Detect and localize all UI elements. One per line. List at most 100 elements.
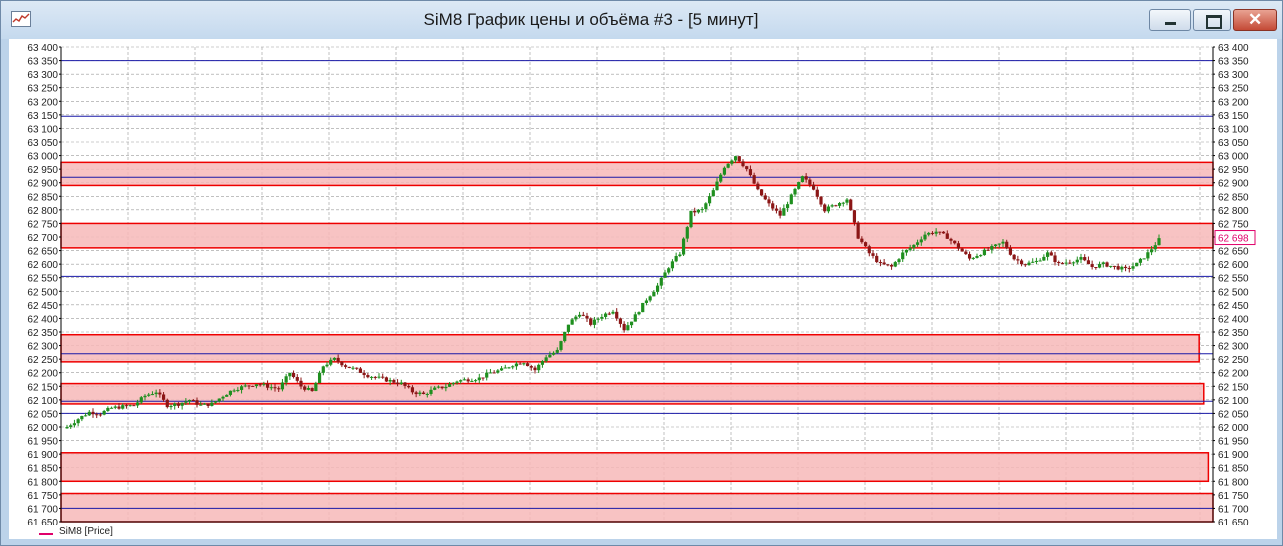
candle-body	[169, 405, 173, 408]
candle-body	[366, 375, 370, 378]
y-tick-label-right: 63 200	[1218, 97, 1249, 108]
y-tick-label-left: 63 400	[27, 43, 58, 54]
candle-body	[329, 359, 333, 365]
y-tick-label-left: 62 000	[27, 423, 58, 434]
candle-body	[674, 256, 678, 262]
candle-body	[1149, 249, 1154, 253]
candle-body	[106, 407, 110, 411]
y-tick-label-right: 62 000	[1218, 423, 1249, 434]
candle-body	[433, 387, 437, 390]
candle-body	[644, 300, 649, 303]
candle-body	[563, 331, 567, 342]
candle-body	[102, 410, 106, 415]
candle-body	[295, 377, 299, 381]
candle-body	[745, 166, 749, 170]
candle-body	[124, 405, 129, 407]
price-zone	[60, 452, 1210, 483]
y-tick-label-left: 63 200	[27, 97, 58, 108]
candle-body	[841, 202, 845, 204]
candle-body	[964, 251, 968, 255]
window-title: SiM8 График цены и объёма #3 - [5 минут]	[423, 10, 759, 29]
candle-body	[72, 423, 77, 426]
y-tick-label-left: 62 400	[27, 314, 58, 325]
candle-body	[165, 399, 169, 408]
y-tick-label-right: 63 250	[1218, 84, 1249, 95]
candle-body	[1005, 241, 1009, 249]
close-button[interactable]: ✕	[1233, 9, 1277, 31]
candle-body	[908, 247, 912, 250]
candle-body	[875, 255, 879, 263]
candle-body	[689, 210, 693, 228]
y-tick-label-right: 61 850	[1218, 464, 1249, 475]
candle-body	[135, 402, 140, 406]
minimize-button[interactable]	[1149, 9, 1191, 31]
candle-body	[826, 206, 831, 212]
candle-body	[882, 262, 886, 265]
price-chart[interactable]: 63 400 63 350 63 300 63 250 63 200 63 150 63 1…	[9, 39, 1277, 529]
candle-body	[581, 314, 585, 316]
candle-body	[121, 405, 125, 409]
candle-body	[537, 364, 541, 371]
candle-body	[1031, 261, 1035, 263]
y-tick-label-right: 61 700	[1218, 504, 1249, 515]
candle-body	[986, 249, 990, 251]
y-tick-label-left: 62 200	[27, 369, 58, 380]
chart-window: SiM8 График цены и объёма #3 - [5 минут]…	[0, 0, 1283, 546]
y-tick-label-left: 62 600	[27, 260, 58, 271]
candle-body	[715, 181, 719, 191]
close-icon: ✕	[1248, 10, 1263, 29]
candle-body	[1112, 265, 1117, 267]
candle-body	[540, 361, 545, 365]
candle-body	[343, 365, 348, 367]
candle-body	[1057, 262, 1061, 264]
y-tick-label-right: 62 750	[1218, 219, 1249, 230]
y-tick-label-left: 63 350	[27, 57, 58, 68]
y-tick-label-right: 63 400	[1218, 43, 1249, 54]
candle-body	[979, 255, 983, 257]
candle-body	[362, 372, 366, 376]
candle-body	[722, 167, 727, 175]
y-tick-label-right: 63 150	[1218, 111, 1249, 122]
horizontal-levels	[61, 60, 1213, 509]
candle-body	[611, 311, 615, 314]
candle-body	[759, 189, 764, 196]
candle-body	[1045, 252, 1050, 257]
candle-body	[860, 238, 864, 243]
candle-body	[904, 249, 909, 253]
y-tick-label-right: 62 600	[1218, 260, 1249, 271]
price-zones	[60, 161, 1214, 523]
candle-body	[332, 357, 337, 360]
candle-body	[1001, 241, 1005, 244]
candle-body	[681, 238, 686, 255]
candle-body	[232, 390, 236, 392]
candle-body	[678, 254, 682, 257]
title-bar[interactable]: SiM8 График цены и объёма #3 - [5 минут]…	[1, 1, 1282, 39]
y-tick-label-left: 61 900	[27, 450, 58, 461]
candle-body	[971, 257, 975, 259]
candle-body	[997, 243, 1001, 245]
candle-body	[615, 311, 619, 319]
candle-body	[340, 361, 344, 366]
candle-body	[1038, 260, 1042, 262]
candle-body	[414, 392, 418, 395]
candle-body	[522, 363, 526, 365]
candle-body	[98, 414, 103, 416]
candle-body	[871, 253, 875, 256]
candle-body	[693, 210, 697, 213]
chart-area[interactable]: 63 400 63 350 63 300 63 250 63 200 63 150 63 1…	[9, 39, 1277, 539]
candle-body	[993, 244, 998, 247]
maximize-button[interactable]	[1193, 9, 1231, 31]
candle-body	[889, 264, 894, 267]
candle-body	[518, 363, 522, 365]
legend-label: SiM8 [Price]	[59, 526, 113, 537]
candle-body	[447, 384, 452, 387]
y-tick-label-left: 62 900	[27, 179, 58, 190]
candle-body	[782, 208, 786, 216]
candle-body	[800, 176, 805, 183]
candle-body	[886, 264, 890, 266]
candle-body	[473, 380, 478, 382]
y-tick-label-right: 62 150	[1218, 382, 1249, 393]
y-tick-label-right: 63 000	[1218, 152, 1249, 163]
candle-body	[1153, 245, 1157, 250]
candle-body	[251, 385, 255, 387]
